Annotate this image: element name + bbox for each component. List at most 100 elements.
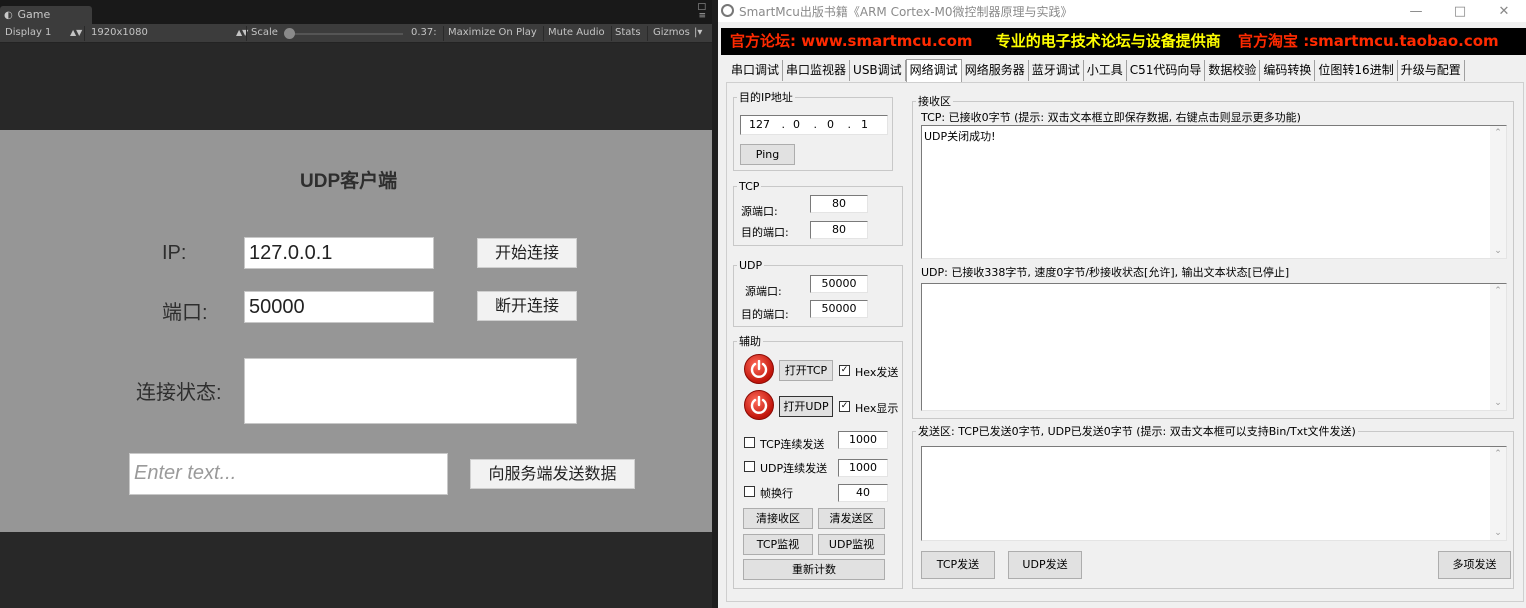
connect-button[interactable]: 开始连接 [477,238,577,268]
clear-recv-button[interactable]: 清接收区 [743,508,813,529]
open-tcp-button[interactable]: 打开TCP [779,360,833,381]
frame-length-field[interactable]: 40 [838,484,888,502]
recount-button[interactable]: 重新计数 [743,559,885,580]
multi-send-button[interactable]: 多项发送 [1438,551,1511,579]
udp-power-icon[interactable] [744,390,774,420]
tcp-legend: TCP [739,180,760,193]
clear-send-button[interactable]: 清发送区 [818,508,885,529]
tab-2[interactable]: USB调试 [850,60,906,81]
scale-slider-track[interactable] [285,33,403,35]
banner-shop[interactable]: 官方淘宝 :smartmcu.taobao.com [1238,32,1499,50]
scale-value: 0.37: [411,27,437,38]
hex-show-checkbox[interactable]: ✓ [839,401,850,412]
hex-show-label: Hex显示 [855,402,899,415]
tab-8[interactable]: 数据校验 [1205,60,1261,81]
smartmcu-window: SmartMcu出版书籍《ARM Cortex-M0微控制器原理与实践》 — □ ✕… [718,0,1526,608]
tcp-power-icon[interactable] [744,354,774,384]
send-to-server-button[interactable]: 向服务端发送数据 [470,459,635,489]
hex-send-checkbox[interactable]: ✓ [839,365,850,376]
resolution-dropdown[interactable]: 1920x1080 [91,27,148,38]
send-textarea[interactable]: ⌃ ⌄ [921,446,1507,541]
tcp-dst-port-label: 目的端口: [741,226,789,239]
scale-label: Scale [251,27,278,38]
network-debug-panel: 目的IP地址 127 .0 .0 .1 Ping TCP 源端口: 80 目的端… [726,82,1524,602]
display-dropdown[interactable]: Display 1 [5,27,51,38]
mute-audio-toggle[interactable]: Mute Audio [548,27,605,38]
udp-continuous-checkbox[interactable] [744,461,755,472]
ip-octet-1[interactable]: 127 [749,118,770,131]
game-tab-label: Game [17,8,51,21]
tcp-receive-scrollbar[interactable]: ⌃ ⌄ [1490,126,1506,258]
ip-octet-4[interactable]: 1 [861,118,868,131]
ping-button[interactable]: Ping [740,144,795,165]
tab-3[interactable]: 网络调试 [905,59,962,82]
udp-legend: UDP [739,259,763,272]
banner: 官方论坛: www.smartmcu.com 专业的电子技术论坛与设备提供商 官… [721,28,1526,55]
tcp-continuous-label: TCP连续发送 [760,438,825,451]
udp-interval-field[interactable]: 1000 [838,459,888,477]
maximize-on-play-toggle[interactable]: Maximize On Play [448,27,537,38]
tab-9[interactable]: 编码转换 [1260,60,1316,81]
menu-icon[interactable]: ≡ [697,12,706,21]
message-input[interactable]: Enter text... [129,453,448,495]
ip-address-field[interactable]: 127 .0 .0 .1 [740,115,888,135]
frame-newline-checkbox[interactable] [744,486,755,497]
tab-11[interactable]: 升级与配置 [1398,60,1465,81]
udp-src-port-field[interactable]: 50000 [810,275,868,293]
tcp-interval-field[interactable]: 1000 [838,431,888,449]
tab-1[interactable]: 串口监视器 [783,60,851,81]
game-canvas: UDP客户端 IP: 127.0.0.1 开始连接 端口: 50000 断开连接… [0,130,712,532]
ip-input[interactable]: 127.0.0.1 [244,237,434,269]
unity-tab-bar: ◐ Game □ ≡ [0,0,712,24]
udp-receive-scrollbar[interactable]: ⌃ ⌄ [1490,284,1506,410]
game-tab[interactable]: ◐ Game [0,6,92,24]
tab-10[interactable]: 位图转16进制 [1315,60,1398,81]
tab-strip: 串口调试 串口监视器 USB调试 网络调试 网络服务器 蓝牙调试 小工具 C51代码向导 数据校… [728,59,1465,82]
tcp-recv-info: TCP: 已接收0字节 (提示: 双击文本框立即保存数据, 右键点击则显示更多功… [921,111,1301,124]
tab-4[interactable]: 网络服务器 [962,60,1029,81]
tcp-dst-port-field[interactable]: 80 [810,221,868,239]
udp-monitor-button[interactable]: UDP监视 [818,534,885,555]
page-title: UDP客户端 [300,171,398,192]
game-view-icon: ◐ [4,10,13,21]
close-icon[interactable]: ✕ [1482,2,1526,22]
tab-6[interactable]: 小工具 [1084,60,1127,81]
scale-slider-handle[interactable] [284,28,295,39]
tcp-src-port-field[interactable]: 80 [810,195,868,213]
unity-game-window: ◐ Game □ ≡ Display 1 ▲▼ 1920x1080 ▲▼ Sca… [0,0,712,608]
tcp-continuous-checkbox[interactable] [744,437,755,448]
open-udp-button[interactable]: 打开UDP [779,396,833,417]
chevron-updown-icon: ▲▼ [70,28,83,37]
udp-src-port-label: 源端口: [745,285,782,298]
maximize-icon[interactable]: □ [1438,2,1482,22]
tcp-src-port-label: 源端口: [741,205,778,218]
tcp-receive-textarea[interactable]: UDP关闭成功! ⌃ ⌄ [921,125,1507,259]
udp-dst-port-label: 目的端口: [741,308,789,321]
status-label: 连接状态: [136,382,222,404]
banner-forum[interactable]: 官方论坛: www.smartmcu.com [730,32,973,50]
hex-send-label: Hex发送 [855,366,899,379]
ip-octet-3[interactable]: 0 [827,118,834,131]
port-input[interactable]: 50000 [244,291,434,323]
unity-window-controls: □ ≡ [697,3,706,21]
gizmos-dropdown[interactable]: Gizmos [653,27,690,38]
tab-0[interactable]: 串口调试 [728,60,784,81]
window-title: SmartMcu出版书籍《ARM Cortex-M0微控制器原理与实践》 [739,5,1073,19]
minimize-icon[interactable]: — [1394,2,1438,22]
udp-receive-textarea[interactable]: ⌃ ⌄ [921,283,1507,411]
ip-octet-2[interactable]: 0 [793,118,800,131]
stats-toggle[interactable]: Stats [615,27,641,38]
tab-7[interactable]: C51代码向导 [1127,60,1206,81]
tcp-monitor-button[interactable]: TCP监视 [743,534,813,555]
tcp-send-button[interactable]: TCP发送 [921,551,995,579]
port-label: 端口: [162,302,208,324]
disconnect-button[interactable]: 断开连接 [477,291,577,321]
udp-dst-port-field[interactable]: 50000 [810,300,868,318]
udp-send-button[interactable]: UDP发送 [1008,551,1082,579]
window-controls: — □ ✕ [1394,0,1526,22]
udp-continuous-label: UDP连续发送 [760,462,828,475]
letterbox-bottom [0,532,712,608]
send-scrollbar[interactable]: ⌃ ⌄ [1490,447,1506,540]
tab-5[interactable]: 蓝牙调试 [1029,60,1084,81]
receive-legend: 接收区 [918,95,951,108]
